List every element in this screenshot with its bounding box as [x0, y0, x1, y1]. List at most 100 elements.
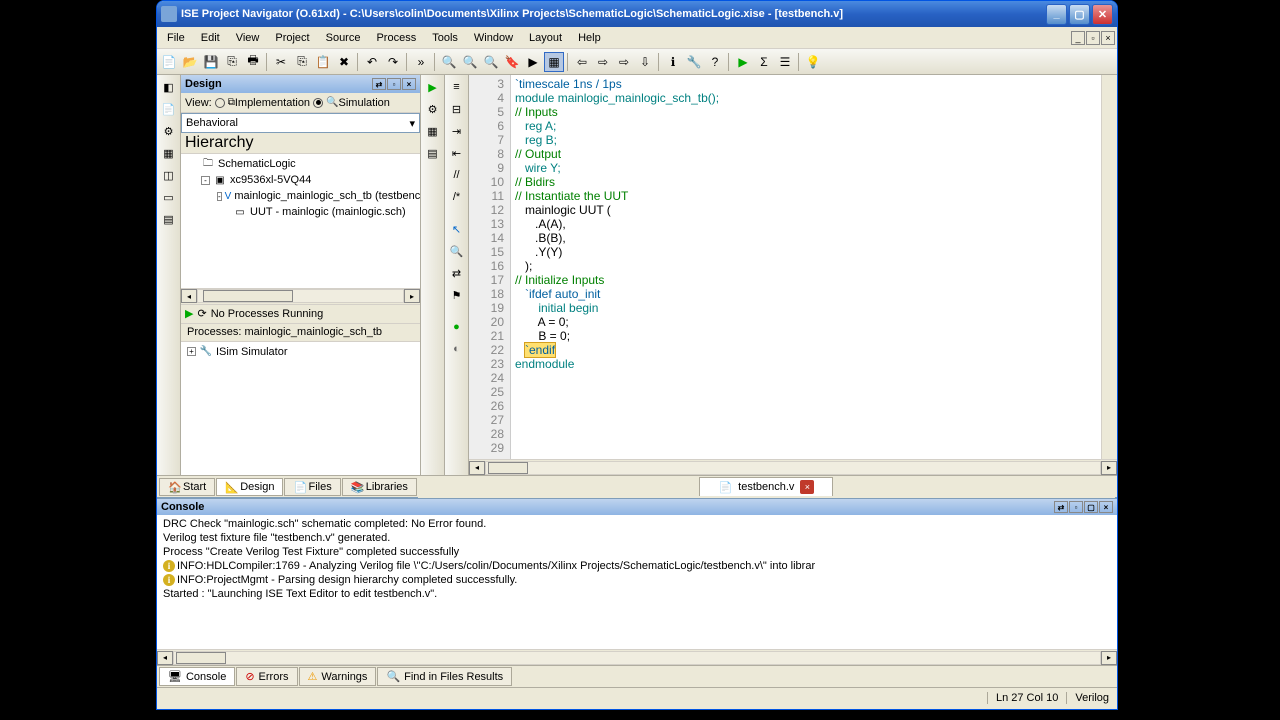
ed-expand-icon[interactable]: ≡ — [447, 77, 467, 97]
nav-fwd-icon[interactable]: ⇨ — [593, 52, 613, 72]
tree-device[interactable]: - ▣ xc9536xl-5VQ44 — [183, 172, 418, 188]
tab-libraries[interactable]: 📚Libraries — [342, 478, 417, 496]
copy-icon[interactable]: ⎘ — [292, 52, 312, 72]
run-icon[interactable]: ▶ — [733, 52, 753, 72]
tool-b-icon[interactable]: 🔧 — [684, 52, 704, 72]
code-area[interactable]: `timescale 1ns / 1psmodule mainlogic_mai… — [511, 75, 1101, 459]
nav-arrow-icon[interactable]: » — [411, 52, 431, 72]
open-icon[interactable]: 📂 — [180, 52, 200, 72]
proc-cfg-icon[interactable]: ⚙ — [423, 99, 443, 119]
menu-tools[interactable]: Tools — [424, 30, 466, 46]
menu-file[interactable]: File — [159, 30, 193, 46]
scroll-right-icon[interactable]: ▸ — [1101, 461, 1117, 475]
menu-source[interactable]: Source — [318, 30, 369, 46]
panel-restore-icon[interactable]: ⇄ — [372, 78, 386, 90]
minimize-button[interactable]: _ — [1046, 4, 1067, 25]
ed-uncomment-icon[interactable]: /* — [447, 187, 467, 207]
help-icon[interactable]: ? — [705, 52, 725, 72]
menu-help[interactable]: Help — [570, 30, 609, 46]
editor-hscroll[interactable]: ◂ ▸ — [469, 459, 1117, 475]
editor-tab[interactable]: 📄 testbench.v × — [699, 477, 833, 496]
ed-comment-icon[interactable]: // — [447, 165, 467, 185]
comment-icon[interactable]: ▦ — [544, 52, 564, 72]
panel-close-icon[interactable]: × — [402, 78, 416, 90]
console-max-icon[interactable]: ▢ — [1084, 501, 1098, 513]
tree-testbench[interactable]: - V mainlogic_mainlogic_sch_tb (testbenc… — [183, 188, 418, 204]
scroll-right-icon[interactable]: ▸ — [404, 289, 420, 303]
delete-icon[interactable]: ✖ — [334, 52, 354, 72]
mdi-minimize[interactable]: _ — [1071, 31, 1085, 45]
proc-run-icon[interactable]: ▶ — [423, 77, 443, 97]
close-button[interactable]: ✕ — [1092, 4, 1113, 25]
hierarchy-tree[interactable]: 🗀 SchematicLogic - ▣ xc9536xl-5VQ44 - V … — [181, 154, 420, 288]
console-tab-console[interactable]: 🖥Console — [159, 667, 235, 686]
find-icon[interactable]: 🔍 — [439, 52, 459, 72]
tool-a-icon[interactable]: ℹ — [663, 52, 683, 72]
bookmark-icon[interactable]: 🔖 — [502, 52, 522, 72]
ed-outdent-icon[interactable]: ⇤ — [447, 143, 467, 163]
ed-replace-icon[interactable]: ⇄ — [447, 263, 467, 283]
nav-fwd2-icon[interactable]: ⇨ — [614, 52, 634, 72]
tab-files[interactable]: 📄Files — [284, 478, 340, 496]
expander-icon[interactable]: + — [187, 347, 196, 356]
maximize-button[interactable]: ▢ — [1069, 4, 1090, 25]
nextbookmark-icon[interactable]: ▶ — [523, 52, 543, 72]
ed-find-icon[interactable]: 🔍 — [447, 241, 467, 261]
editor-vscroll[interactable] — [1101, 75, 1117, 459]
console-tab-errors[interactable]: ⊘Errors — [236, 667, 297, 686]
nav-back-icon[interactable]: ⇦ — [572, 52, 592, 72]
console-float-icon[interactable]: ▫ — [1069, 501, 1083, 513]
tab-design[interactable]: 📐Design — [216, 478, 283, 496]
nav-down-icon[interactable]: ⇩ — [635, 52, 655, 72]
titlebar[interactable]: ISE Project Navigator (O.61xd) - C:\User… — [157, 1, 1117, 27]
isim-tree-item[interactable]: + 🔧 ISim Simulator — [183, 344, 418, 360]
expander-icon[interactable]: - — [217, 192, 222, 201]
scroll-left-icon[interactable]: ◂ — [469, 461, 485, 475]
ed-cursor-icon[interactable]: ↖ — [447, 219, 467, 239]
panel-float-icon[interactable]: ▫ — [387, 78, 401, 90]
menu-view[interactable]: View — [228, 30, 268, 46]
menu-layout[interactable]: Layout — [521, 30, 570, 46]
tree-uut[interactable]: ▭ UUT - mainlogic (mainlogic.sch) — [183, 204, 418, 220]
ed-indent-icon[interactable]: ⇥ — [447, 121, 467, 141]
proc-view-icon[interactable]: ▦ — [423, 121, 443, 141]
sim-radio[interactable] — [313, 98, 323, 108]
ed-check-ok-icon[interactable]: ● — [447, 317, 467, 337]
mdi-close[interactable]: × — [1101, 31, 1115, 45]
console-tab-warnings[interactable]: ⚠Warnings — [299, 667, 377, 686]
tab-start[interactable]: 🏠Start — [159, 478, 215, 496]
mdi-restore[interactable]: ▫ — [1086, 31, 1100, 45]
menu-edit[interactable]: Edit — [193, 30, 228, 46]
lp-table-icon[interactable]: ▦ — [159, 143, 179, 163]
redo-icon[interactable]: ↷ — [383, 52, 403, 72]
sim-mode-select[interactable]: Behavioral — [181, 113, 420, 133]
lp-mod-icon[interactable]: ◫ — [159, 165, 179, 185]
ed-bookmark-icon[interactable]: ⚑ — [447, 285, 467, 305]
find2-icon[interactable]: 🔍 — [460, 52, 480, 72]
refresh-icon[interactable]: ⟳ — [197, 307, 206, 320]
expander-icon[interactable]: - — [201, 176, 210, 185]
save-icon[interactable]: 💾 — [201, 52, 221, 72]
console-hscroll[interactable]: ◂ ▸ — [157, 649, 1117, 665]
play-icon[interactable]: ▶ — [185, 307, 193, 320]
ed-collapse-icon[interactable]: ⊟ — [447, 99, 467, 119]
console-output[interactable]: DRC Check "mainlogic.sch" schematic comp… — [157, 515, 1117, 649]
close-tab-icon[interactable]: × — [800, 480, 814, 494]
runset-icon[interactable]: Σ — [754, 52, 774, 72]
scroll-left-icon[interactable]: ◂ — [157, 651, 173, 665]
undo-icon[interactable]: ↶ — [362, 52, 382, 72]
print-icon[interactable]: 🖶 — [243, 52, 263, 72]
lp-tree-icon[interactable]: ◧ — [159, 77, 179, 97]
console-restore-icon[interactable]: ⇄ — [1054, 501, 1068, 513]
scroll-right-icon[interactable]: ▸ — [1101, 651, 1117, 665]
ed-check-err-icon[interactable]: ◐ — [447, 339, 467, 359]
menu-window[interactable]: Window — [466, 30, 521, 46]
paste-icon[interactable]: 📋 — [313, 52, 333, 72]
proc-prop-icon[interactable]: ▤ — [423, 143, 443, 163]
console-close-icon[interactable]: × — [1099, 501, 1113, 513]
save-all-icon[interactable]: ⎘ — [222, 52, 242, 72]
lp-opt-icon[interactable]: ▤ — [159, 209, 179, 229]
hint-icon[interactable]: 💡 — [803, 52, 823, 72]
new-file-icon[interactable]: 📄 — [159, 52, 179, 72]
lp-cfg-icon[interactable]: ⚙ — [159, 121, 179, 141]
